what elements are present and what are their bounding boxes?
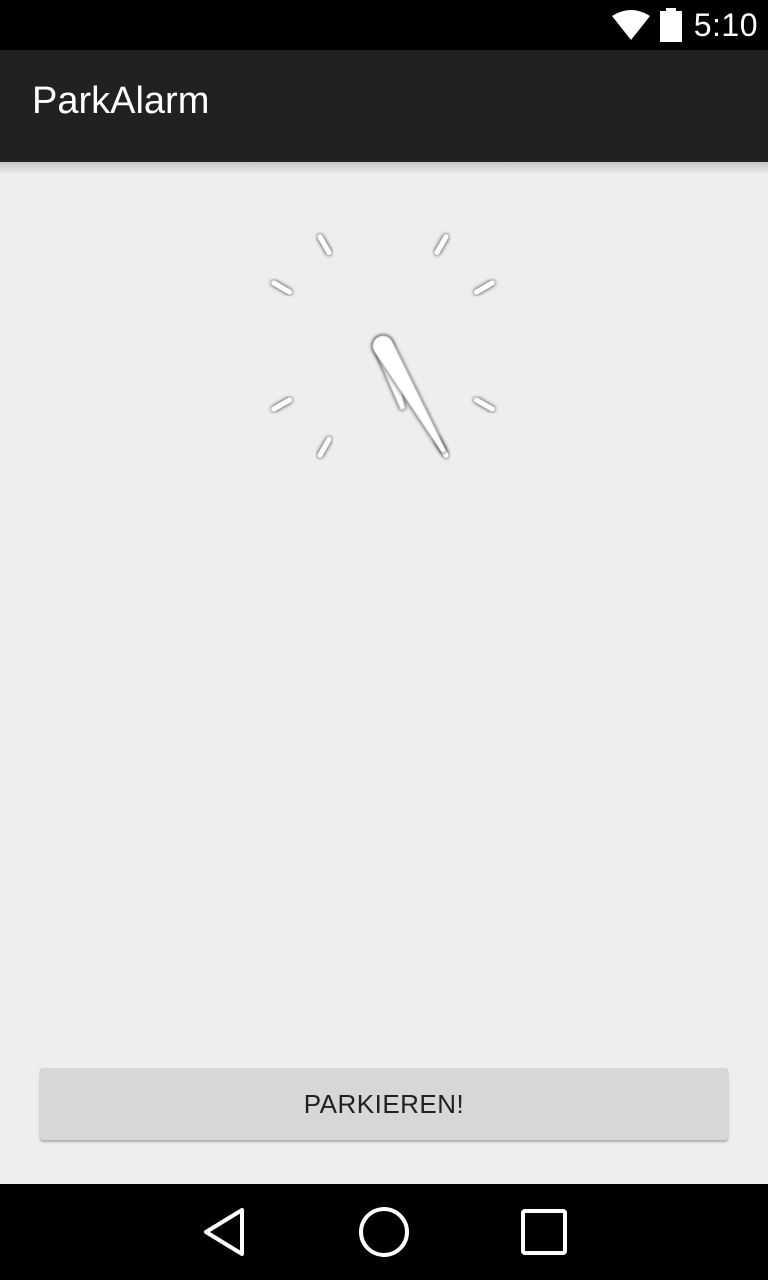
nav-bar: [0, 1184, 768, 1280]
analog-clock: [254, 217, 512, 475]
app-bar: ParkAlarm: [0, 50, 768, 162]
status-bar: 5:10: [0, 0, 768, 50]
clock-tick: [317, 437, 332, 458]
recents-icon: [521, 1209, 567, 1255]
wifi-icon: [611, 10, 650, 40]
app-title: ParkAlarm: [32, 80, 210, 122]
back-icon: [204, 1208, 244, 1256]
park-button[interactable]: PARKIEREN!: [40, 1068, 728, 1140]
home-button[interactable]: [336, 1184, 432, 1280]
home-icon: [359, 1207, 409, 1257]
clock-hands: [372, 335, 447, 454]
clock-tick: [317, 234, 332, 255]
clock-tick: [271, 280, 292, 295]
clock-tick: [474, 280, 495, 295]
status-time: 5:10: [693, 6, 758, 43]
minute-hand: [372, 335, 447, 454]
recents-button[interactable]: [496, 1184, 592, 1280]
screen: 5:10 ParkAlarm PARKIEREN!: [0, 0, 768, 1280]
clock-tick: [434, 234, 449, 255]
clock-tick: [271, 397, 292, 412]
battery-icon: [659, 8, 682, 42]
status-icons: 5:10: [611, 0, 758, 50]
app-bar-shadow: [0, 162, 768, 174]
back-button[interactable]: [176, 1184, 272, 1280]
clock-tick: [474, 397, 495, 412]
